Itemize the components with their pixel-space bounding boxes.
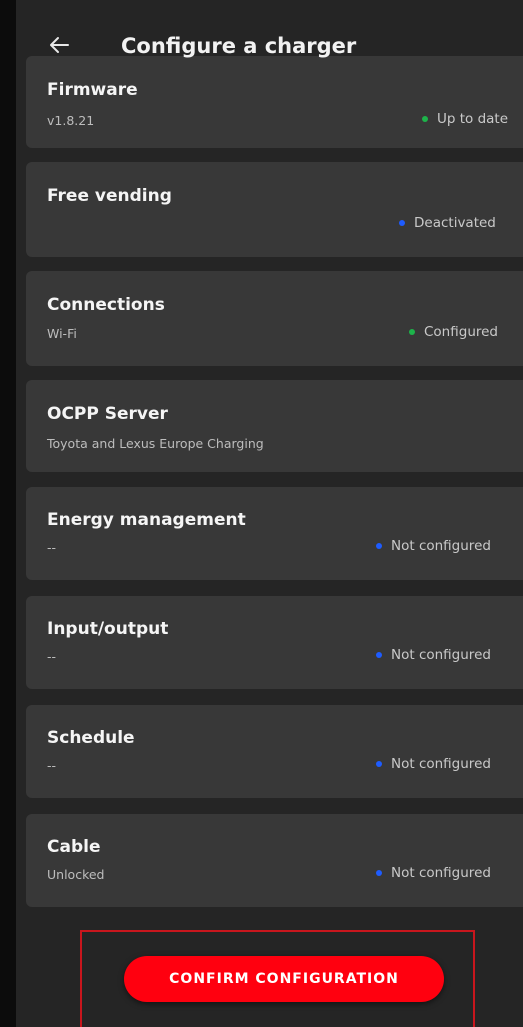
page-title: Configure a charger — [121, 34, 357, 58]
schedule-value: -- — [47, 758, 57, 773]
input-output-title: Input/output — [47, 619, 169, 639]
free-vending-status-text: Deactivated — [414, 215, 496, 231]
app-header: Configure a charger — [16, 0, 523, 92]
app-screen: Firmware v1.8.21 Up to date Free vending… — [16, 0, 523, 1027]
status-dot-blue-icon — [376, 761, 382, 767]
ocpp-server-card[interactable]: OCPP Server Toyota and Lexus Europe Char… — [26, 380, 523, 472]
screen-edge — [0, 0, 16, 1027]
status-dot-green-icon — [422, 116, 428, 122]
status-dot-blue-icon — [376, 543, 382, 549]
status-dot-green-icon — [409, 329, 415, 335]
cable-card[interactable]: Cable Unlocked Not configured — [26, 814, 523, 907]
input-output-value: -- — [47, 649, 57, 664]
status-dot-blue-icon — [376, 652, 382, 658]
status-dot-blue-icon — [376, 870, 382, 876]
ocpp-server-name: Toyota and Lexus Europe Charging — [47, 436, 264, 451]
arrow-left-icon[interactable] — [48, 34, 70, 56]
cable-status-text: Not configured — [391, 865, 491, 881]
schedule-title: Schedule — [47, 728, 135, 748]
energy-management-status-text: Not configured — [391, 538, 491, 554]
schedule-card[interactable]: Schedule -- Not configured — [26, 705, 523, 798]
energy-management-status: Not configured — [376, 538, 491, 554]
schedule-status-text: Not configured — [391, 756, 491, 772]
free-vending-title: Free vending — [47, 186, 172, 206]
status-dot-blue-icon — [399, 220, 405, 226]
firmware-version: v1.8.21 — [47, 113, 95, 128]
cable-status: Not configured — [376, 865, 491, 881]
input-output-card[interactable]: Input/output -- Not configured — [26, 596, 523, 689]
energy-management-title: Energy management — [47, 510, 246, 530]
input-output-status-text: Not configured — [391, 647, 491, 663]
free-vending-status: Deactivated — [399, 215, 496, 231]
firmware-status: Up to date — [422, 111, 508, 127]
energy-management-value: -- — [47, 540, 57, 555]
connections-card[interactable]: Connections Wi-Fi Configured — [26, 271, 523, 366]
ocpp-server-title: OCPP Server — [47, 404, 168, 424]
input-output-status: Not configured — [376, 647, 491, 663]
connections-type: Wi-Fi — [47, 326, 77, 341]
firmware-status-text: Up to date — [437, 111, 509, 127]
energy-management-card[interactable]: Energy management -- Not configured — [26, 487, 523, 580]
connections-status-text: Configured — [424, 324, 498, 340]
free-vending-card[interactable]: Free vending Deactivated — [26, 162, 523, 257]
cable-title: Cable — [47, 837, 101, 857]
connections-status: Configured — [409, 324, 498, 340]
connections-title: Connections — [47, 295, 165, 315]
cable-lock-state: Unlocked — [47, 867, 105, 882]
schedule-status: Not configured — [376, 756, 491, 772]
confirm-configuration-button[interactable]: CONFIRM CONFIGURATION — [124, 956, 444, 1002]
